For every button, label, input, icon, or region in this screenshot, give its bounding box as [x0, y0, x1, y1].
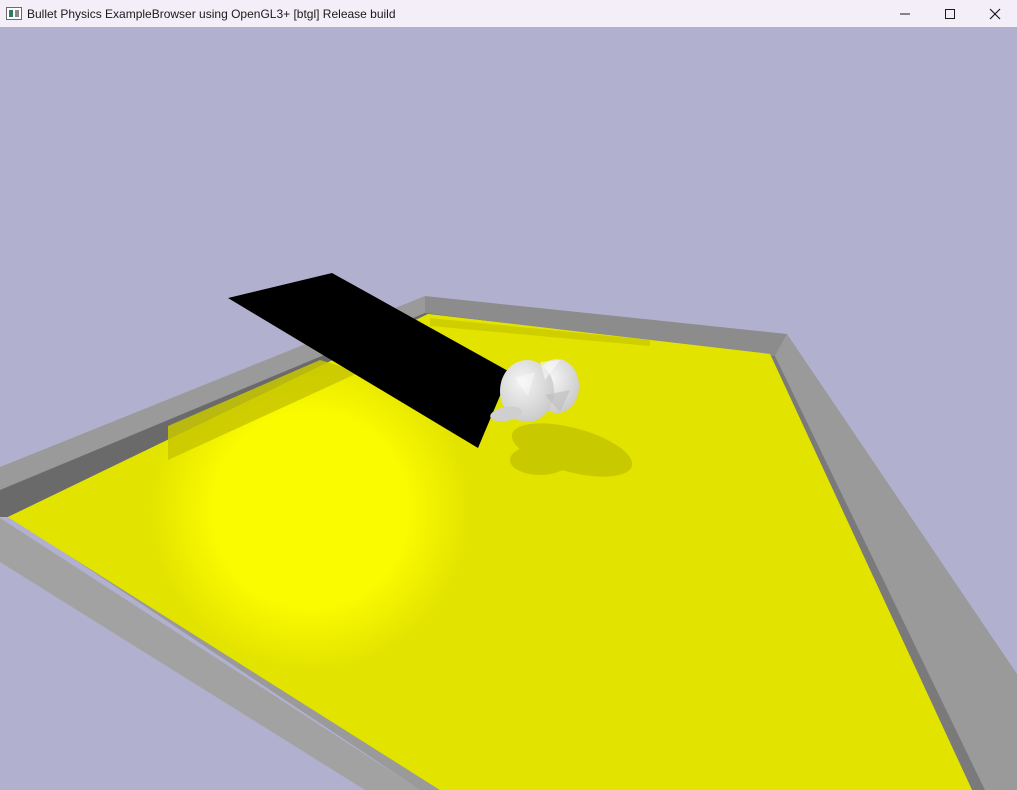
maximize-icon	[944, 8, 955, 19]
minimize-icon	[899, 13, 910, 14]
window-controls	[882, 0, 1017, 27]
app-window: Bullet Physics ExampleBrowser using Open…	[0, 0, 1017, 790]
scene-canvas	[0, 27, 1017, 790]
close-button[interactable]	[972, 0, 1017, 27]
title-bar[interactable]: Bullet Physics ExampleBrowser using Open…	[0, 0, 1017, 27]
minimize-button[interactable]	[882, 0, 927, 27]
object-shadow-tail	[510, 445, 570, 475]
app-icon	[6, 7, 22, 20]
window-title: Bullet Physics ExampleBrowser using Open…	[27, 6, 396, 21]
close-icon	[989, 8, 1000, 19]
render-viewport[interactable]	[0, 27, 1017, 790]
maximize-button[interactable]	[927, 0, 972, 27]
